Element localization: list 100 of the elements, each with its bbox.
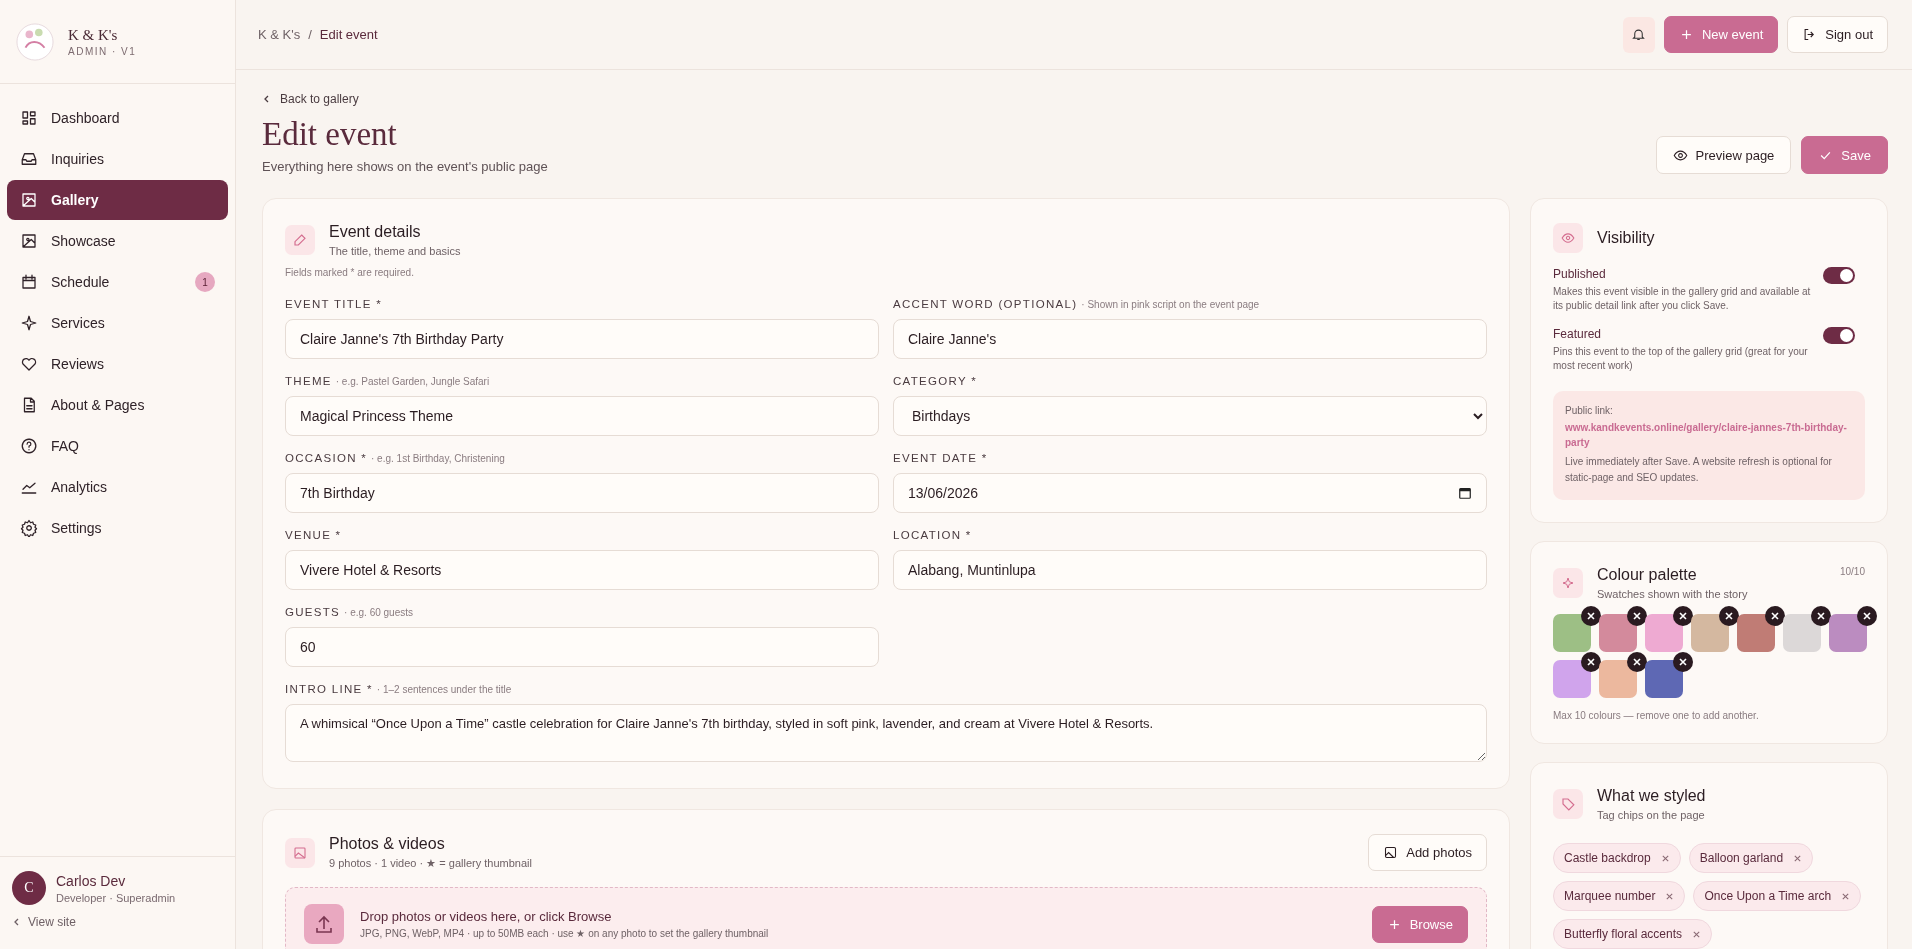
- browse-button[interactable]: Browse: [1371, 905, 1468, 943]
- sidebar-item[interactable]: Services: [7, 303, 228, 343]
- sidebar-item[interactable]: Settings: [7, 508, 228, 548]
- sidebar-item[interactable]: Reviews: [7, 344, 228, 384]
- intro-text-area[interactable]: A whimsical “Once Upon a Time” castle celebration for Claire Janne's 7th birthday, styled in soft pink, lavender, and cream at Vivere Hotel & Resorts.: [285, 704, 1487, 762]
- colour-swatch[interactable]: [1829, 614, 1867, 652]
- image-icon: [285, 837, 315, 868]
- public-link-note: Live immediately after Save. A website refresh is optional for static-page and SEO updates.: [1565, 455, 1833, 485]
- colour-swatch[interactable]: [1553, 614, 1591, 652]
- text-field[interactable]: Vivere Hotel & Resorts: [285, 550, 879, 590]
- card-subtitle: 9 photos · 1 video · ★ = gallery thumbnail: [329, 857, 532, 870]
- breadcrumb-current: Edit event: [319, 27, 378, 42]
- card-subtitle: The title, theme and basics: [329, 245, 461, 257]
- colour-swatch[interactable]: [1645, 660, 1683, 698]
- tag-chip[interactable]: Castle backdrop: [1553, 843, 1681, 873]
- drop-zone[interactable]: Drop photos or videos here, or click Browse JPG, PNG, WebP, MP4 · up to 50MB each · use ★ on any photo to set the gallery thumbnail Browse: [285, 887, 1487, 949]
- remove-icon[interactable]: [1581, 606, 1601, 626]
- toggle-switch[interactable]: [1823, 267, 1855, 284]
- colour-swatch[interactable]: [1645, 614, 1683, 652]
- remove-icon[interactable]: [1627, 606, 1647, 626]
- count-badge: 1: [195, 272, 215, 292]
- text-field[interactable]: 7th Birthday: [285, 473, 879, 513]
- remove-icon[interactable]: [1673, 652, 1693, 672]
- colour-swatch[interactable]: [1599, 614, 1637, 652]
- drop-hint: JPG, PNG, WebP, MP4 · up to 50MB each · use ★ on any photo to set the gallery thumbnail: [360, 928, 770, 939]
- user-role: Developer · Superadmin: [56, 891, 176, 904]
- pencil-icon: [285, 225, 315, 255]
- remove-icon[interactable]: [1811, 606, 1831, 626]
- colour-swatch[interactable]: [1783, 614, 1821, 652]
- calendar-icon[interactable]: [1458, 486, 1472, 500]
- tag-chip[interactable]: Once Upon a Time arch: [1693, 881, 1862, 911]
- palette-note: Max 10 colours — remove one to add another.: [1553, 710, 1760, 721]
- notifications-button[interactable]: [1622, 16, 1655, 53]
- colour-swatch[interactable]: [1691, 614, 1729, 652]
- toggle-label: Published: [1553, 267, 1607, 281]
- text-field[interactable]: 60: [285, 627, 879, 667]
- date-field[interactable]: 13/06/2026: [893, 473, 1487, 513]
- toggle-label: Featured: [1553, 327, 1603, 341]
- sidebar-item[interactable]: Showcase: [7, 221, 228, 261]
- sidebar-item[interactable]: FAQ: [7, 426, 228, 466]
- inbox-icon: [20, 150, 38, 168]
- image-icon: [1383, 845, 1399, 860]
- sidebar-item[interactable]: Gallery: [7, 180, 228, 220]
- bell-icon: [1631, 27, 1647, 42]
- colour-swatch[interactable]: [1553, 660, 1591, 698]
- remove-icon[interactable]: [1581, 652, 1601, 672]
- toggle-switch[interactable]: [1823, 327, 1855, 344]
- grid-icon: [20, 109, 38, 127]
- field-label: CATEGORY *: [893, 375, 977, 387]
- page-subtitle: Everything here shows on the event's public page: [262, 159, 548, 174]
- remove-icon[interactable]: [1627, 652, 1647, 672]
- text-field[interactable]: Alabang, Muntinlupa: [893, 550, 1487, 590]
- new-event-button[interactable]: New event: [1663, 16, 1779, 53]
- remove-icon[interactable]: [1857, 606, 1877, 626]
- avatar: C: [12, 871, 46, 905]
- view-site-link[interactable]: View site: [12, 915, 76, 929]
- tag-chip[interactable]: Marquee number: [1553, 881, 1686, 911]
- preview-page-button[interactable]: Preview page: [1655, 136, 1792, 174]
- field-hint: · e.g. 1st Birthday, Christening: [371, 453, 505, 464]
- field-hint: · 1–2 sentences under the title: [376, 684, 512, 695]
- remove-icon[interactable]: [1673, 606, 1693, 626]
- remove-icon[interactable]: [1719, 606, 1739, 626]
- text-field[interactable]: Claire Janne's: [893, 319, 1487, 359]
- tag-chip[interactable]: Balloon garland: [1688, 843, 1814, 873]
- page-title: Edit event: [262, 116, 398, 153]
- colour-swatch[interactable]: [1599, 660, 1637, 698]
- card-subtitle: Tag chips on the page: [1597, 809, 1706, 821]
- save-button[interactable]: Save: [1801, 136, 1888, 174]
- sparkle-icon: [20, 314, 38, 332]
- tag-chip[interactable]: Butterfly floral accents: [1553, 919, 1713, 949]
- logo-icon: [16, 22, 54, 61]
- add-photos-button[interactable]: Add photos: [1368, 834, 1487, 871]
- sidebar-item[interactable]: Dashboard: [7, 98, 228, 138]
- user-name: Carlos Dev: [56, 872, 127, 889]
- field-hint: · Shown in pink script on the event page: [1081, 299, 1260, 310]
- question-icon: [20, 437, 38, 455]
- field-hint: · e.g. Pastel Garden, Jungle Safari: [335, 376, 490, 387]
- back-link[interactable]: Back to gallery: [262, 92, 359, 106]
- toggle-description: Pins this event to the top of the gallery grid (great for your most recent work): [1553, 345, 1809, 373]
- colour-swatch[interactable]: [1737, 614, 1775, 652]
- upload-icon: [304, 904, 344, 944]
- sidebar-item[interactable]: Inquiries: [7, 139, 228, 179]
- image-icon: [20, 232, 38, 250]
- remove-icon[interactable]: [1765, 606, 1785, 626]
- field-label: EVENT DATE *: [893, 452, 988, 464]
- image-icon: [20, 191, 38, 209]
- public-link-label: Public link:: [1565, 405, 1614, 416]
- field-label: THEME: [285, 375, 332, 387]
- breadcrumb-link[interactable]: K & K's: [258, 27, 301, 42]
- sign-out-button[interactable]: Sign out: [1787, 16, 1888, 53]
- category-dropdown[interactable]: Birthdays: [893, 396, 1487, 436]
- breadcrumb-separator: /: [308, 27, 312, 42]
- text-field[interactable]: Magical Princess Theme: [285, 396, 879, 436]
- sidebar-item[interactable]: About & Pages: [7, 385, 228, 425]
- text-field[interactable]: Claire Janne's 7th Birthday Party: [285, 319, 879, 359]
- field-label: OCCASION *: [285, 452, 367, 464]
- field-label: VENUE *: [285, 529, 342, 541]
- field-label: LOCATION *: [893, 529, 972, 541]
- sidebar-item[interactable]: Analytics: [7, 467, 228, 507]
- sidebar-item[interactable]: Schedule 1: [7, 262, 228, 302]
